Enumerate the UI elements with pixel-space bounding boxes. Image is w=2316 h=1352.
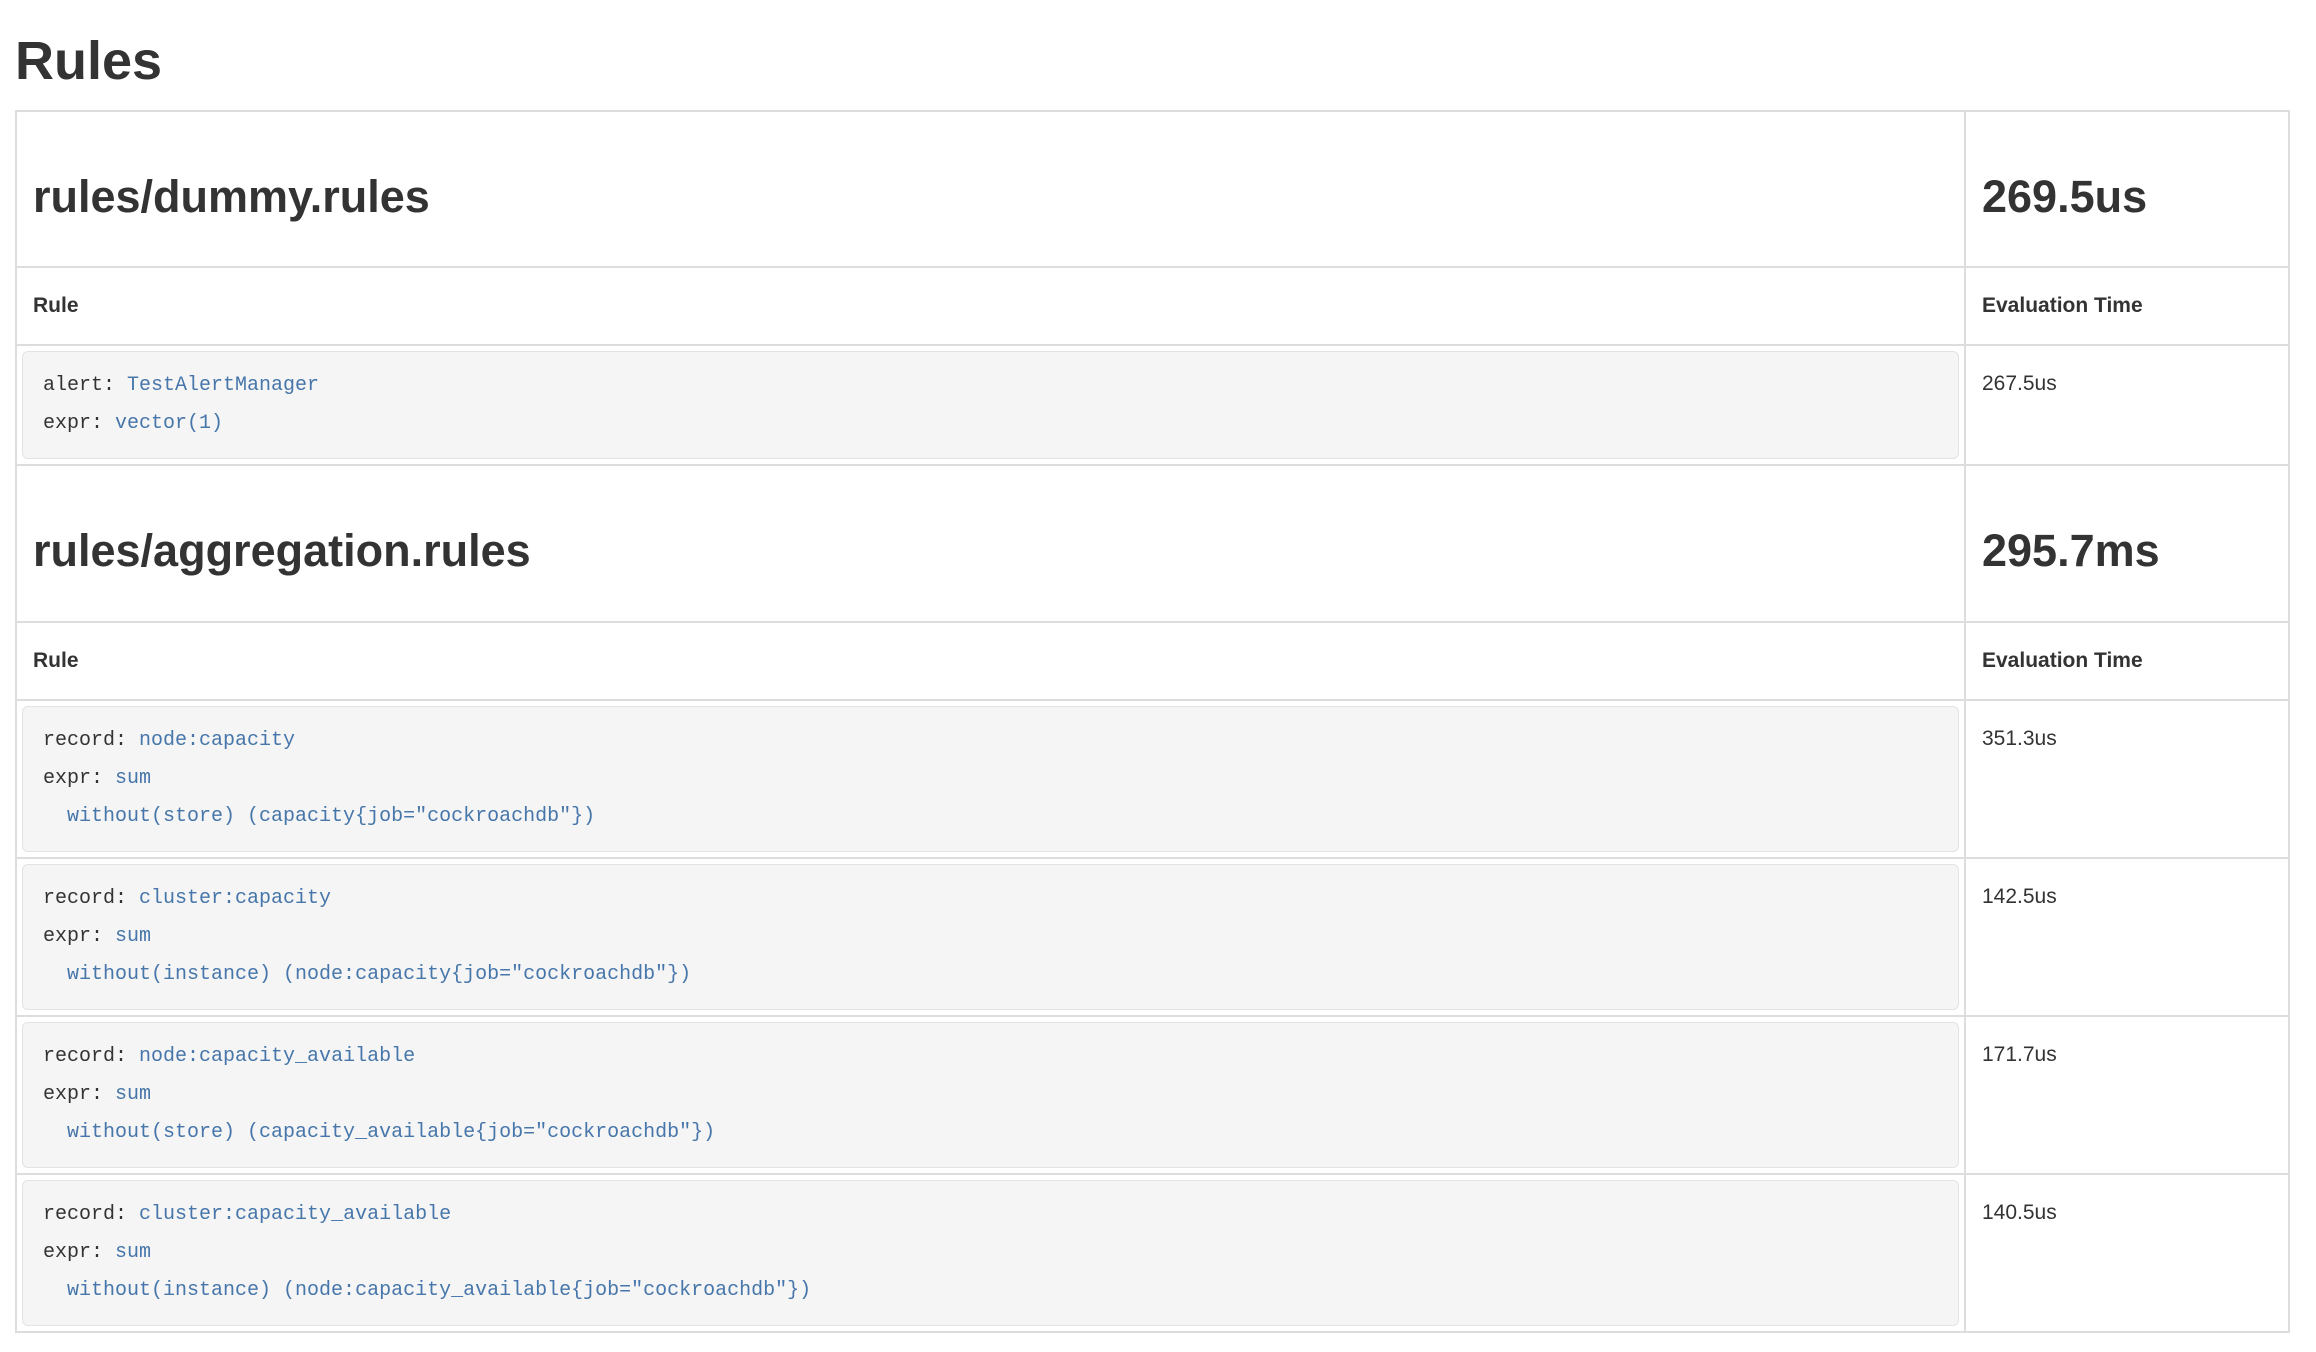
rule-evaluation-time: 351.3us — [1965, 700, 2289, 858]
rule-definition: record: cluster:capacity expr: sum witho… — [22, 864, 1959, 1010]
rule-group-evaluation-total: 269.5us — [1982, 172, 2272, 222]
rule-group-evaluation-total-cell: 295.7ms — [1965, 465, 2289, 621]
rule-group-evaluation-total-cell: 269.5us — [1965, 111, 2289, 267]
rule-group-header-row: rules/aggregation.rules 295.7ms — [16, 465, 2289, 621]
page-title: Rules — [15, 30, 2290, 92]
rule-group-file-cell: rules/dummy.rules — [16, 111, 1965, 267]
rule-group-header-row: rules/dummy.rules 269.5us — [16, 111, 2289, 267]
rule-definition-cell: record: node:capacity expr: sum without(… — [16, 700, 1965, 858]
expr-label: expr: — [43, 767, 103, 790]
rule-group-file: rules/aggregation.rules — [33, 526, 1948, 576]
expr-label: expr: — [43, 925, 103, 948]
rules-table-body: rules/dummy.rules 269.5us Rule Evaluatio… — [16, 111, 2289, 1332]
rule-name-link[interactable]: TestAlertManager — [127, 374, 319, 397]
expr-label: expr: — [43, 412, 103, 435]
rule-definition-cell: alert: TestAlertManager expr: vector(1) — [16, 345, 1965, 465]
rule-row: alert: TestAlertManager expr: vector(1) … — [16, 345, 2289, 465]
rule-row: record: cluster:capacity expr: sum witho… — [16, 858, 2289, 1016]
rule-expr-link[interactable]: sum without(store) (capacity_available{j… — [43, 1083, 715, 1144]
expr-label: expr: — [43, 1083, 103, 1106]
rule-kind-label: record: — [43, 1203, 127, 1226]
rule-name-link[interactable]: node:capacity_available — [139, 1045, 415, 1068]
rule-expr-link[interactable]: sum without(instance) (node:capacity_ava… — [43, 1241, 811, 1302]
rule-evaluation-time: 140.5us — [1965, 1174, 2289, 1332]
expr-label: expr: — [43, 1241, 103, 1264]
rule-definition-cell: record: cluster:capacity expr: sum witho… — [16, 858, 1965, 1016]
rule-expr-link[interactable]: sum without(instance) (node:capacity{job… — [43, 925, 691, 986]
rule-evaluation-time: 142.5us — [1965, 858, 2289, 1016]
rule-definition: record: cluster:capacity_available expr:… — [22, 1180, 1959, 1326]
evaluation-time-column-header: Evaluation Time — [1965, 622, 2289, 700]
rule-evaluation-time: 171.7us — [1965, 1016, 2289, 1174]
column-header-row: Rule Evaluation Time — [16, 267, 2289, 345]
rule-expr-link[interactable]: vector(1) — [115, 412, 223, 435]
rule-row: record: node:capacity expr: sum without(… — [16, 700, 2289, 858]
rule-definition: record: node:capacity expr: sum without(… — [22, 706, 1959, 852]
rule-row: record: cluster:capacity_available expr:… — [16, 1174, 2289, 1332]
rule-definition: alert: TestAlertManager expr: vector(1) — [22, 351, 1959, 459]
rule-group-evaluation-total: 295.7ms — [1982, 526, 2272, 576]
rule-group-file-cell: rules/aggregation.rules — [16, 465, 1965, 621]
rule-definition-cell: record: node:capacity_available expr: su… — [16, 1016, 1965, 1174]
rule-name-link[interactable]: cluster:capacity_available — [139, 1203, 451, 1226]
rule-group-file: rules/dummy.rules — [33, 172, 1948, 222]
rule-column-header: Rule — [16, 267, 1965, 345]
rules-table: rules/dummy.rules 269.5us Rule Evaluatio… — [15, 110, 2290, 1333]
rule-expr-link[interactable]: sum without(store) (capacity{job="cockro… — [43, 767, 595, 828]
rule-kind-label: record: — [43, 1045, 127, 1068]
rule-row: record: node:capacity_available expr: su… — [16, 1016, 2289, 1174]
rule-kind-label: record: — [43, 729, 127, 752]
evaluation-time-column-header: Evaluation Time — [1965, 267, 2289, 345]
page-container: Rules rules/dummy.rules 269.5us Rule Eva… — [0, 30, 2316, 1333]
column-header-row: Rule Evaluation Time — [16, 622, 2289, 700]
rule-kind-label: record: — [43, 887, 127, 910]
rule-evaluation-time: 267.5us — [1965, 345, 2289, 465]
rule-definition: record: node:capacity_available expr: su… — [22, 1022, 1959, 1168]
rule-name-link[interactable]: cluster:capacity — [139, 887, 331, 910]
rule-column-header: Rule — [16, 622, 1965, 700]
rule-definition-cell: record: cluster:capacity_available expr:… — [16, 1174, 1965, 1332]
rule-kind-label: alert: — [43, 374, 115, 397]
rule-name-link[interactable]: node:capacity — [139, 729, 295, 752]
